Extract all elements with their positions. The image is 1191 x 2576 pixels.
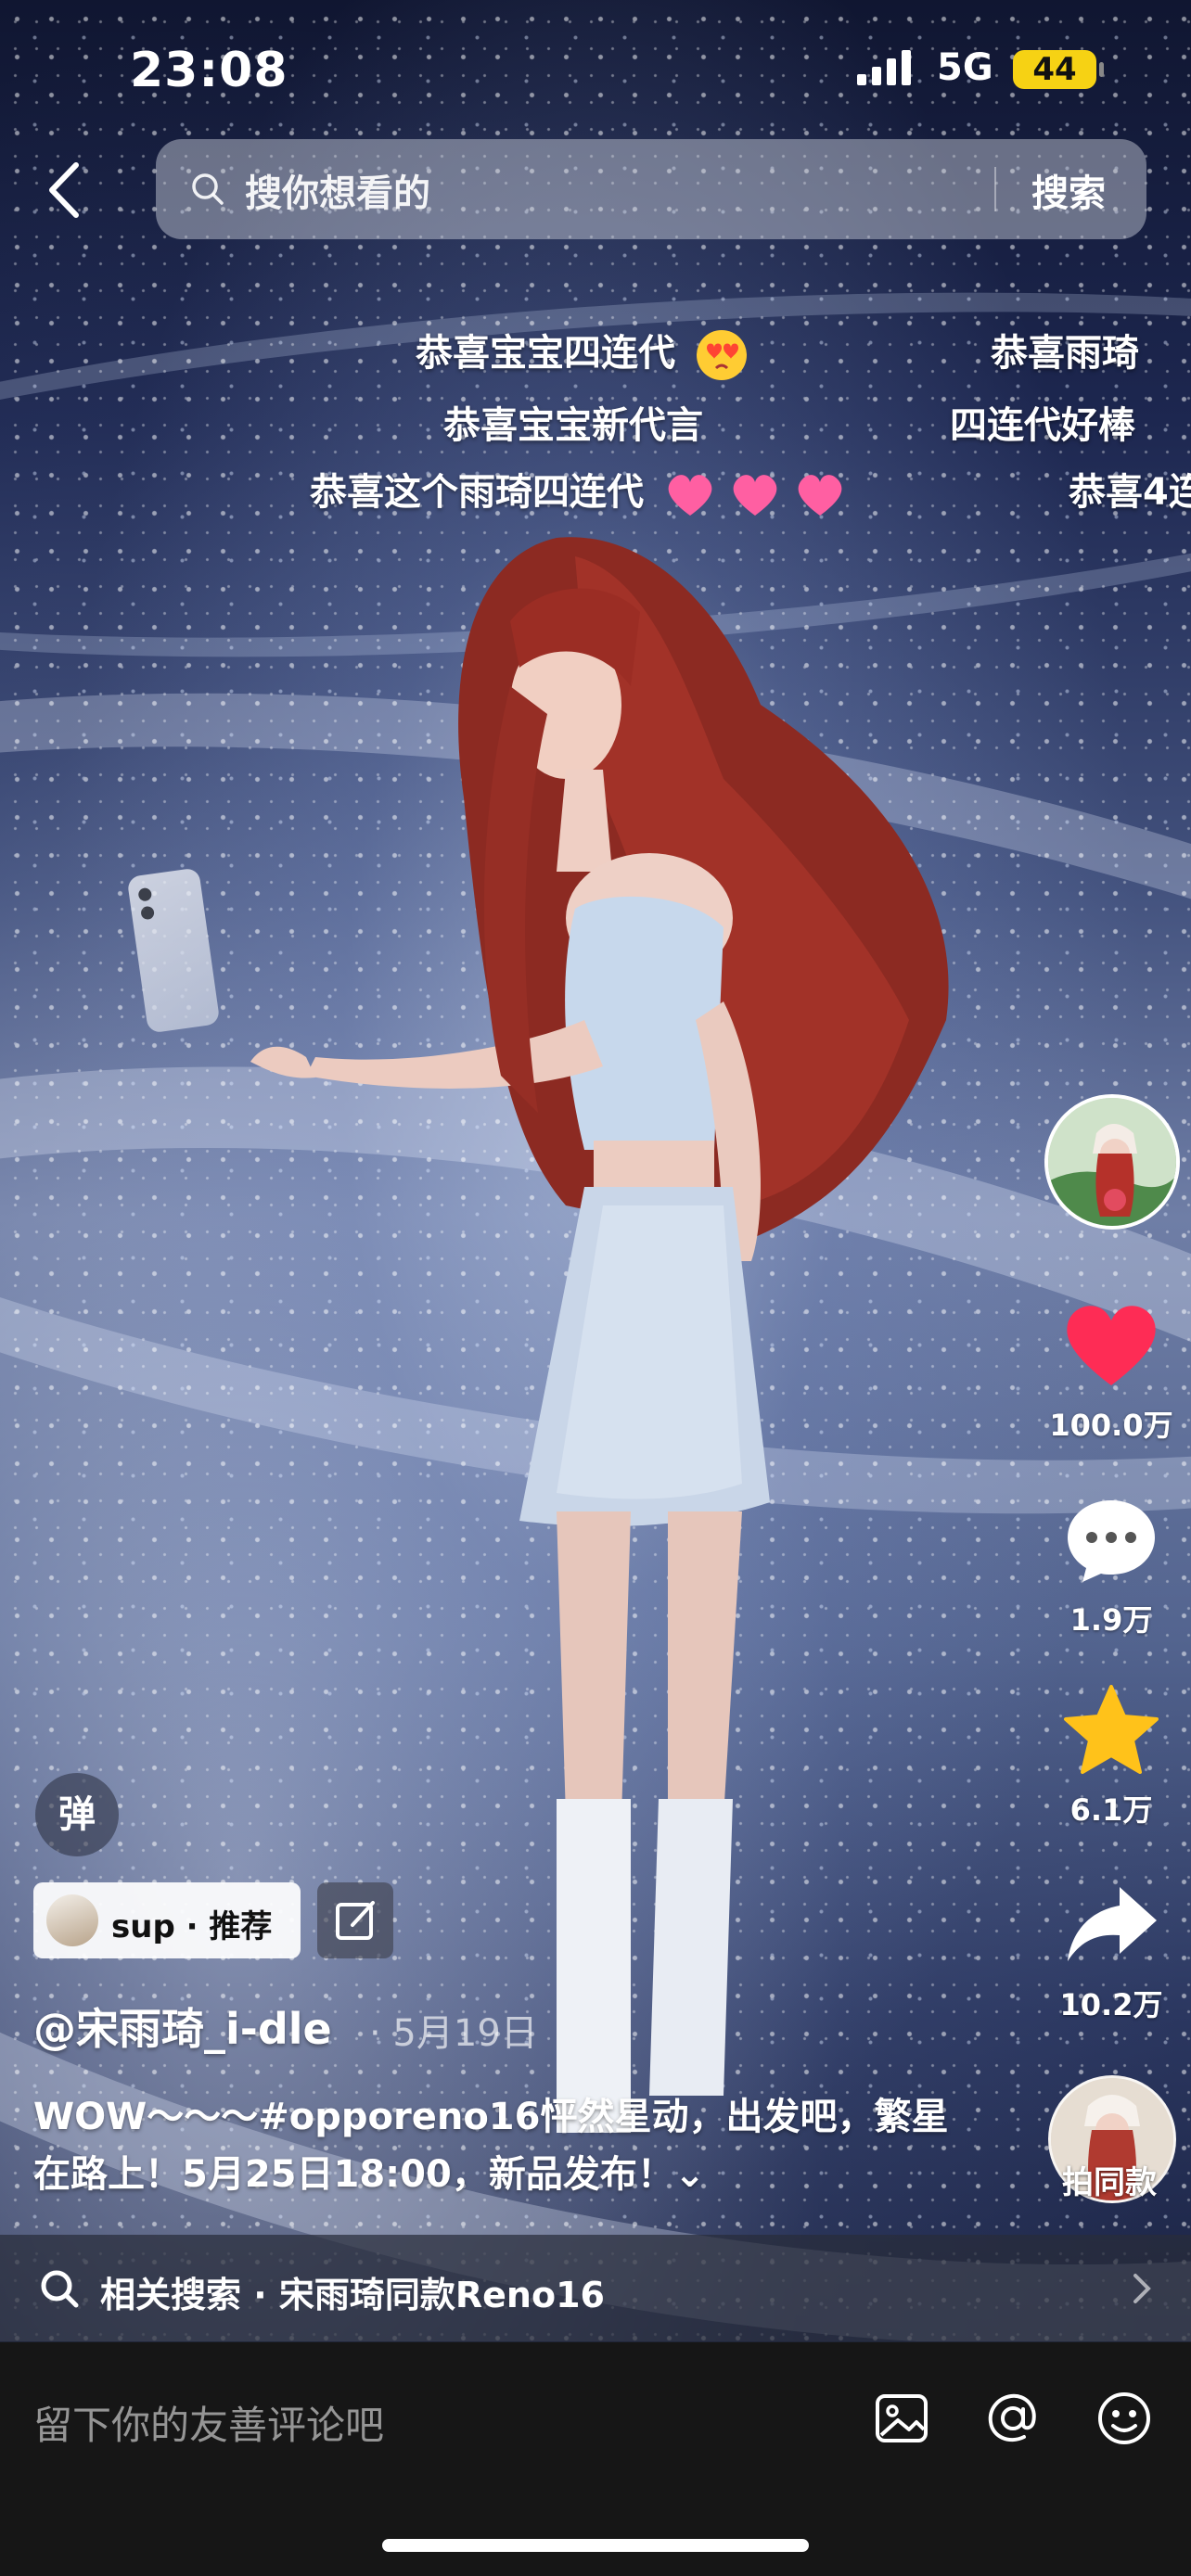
edit-recommend-button[interactable] xyxy=(317,1882,393,1958)
status-time: 23:08 xyxy=(130,43,288,98)
search-button[interactable]: 搜索 xyxy=(1031,163,1106,217)
danmaku-item: 恭喜宝宝新代言 xyxy=(443,395,703,449)
share-button[interactable]: 10.2万 xyxy=(1046,1878,1176,2024)
danmaku-item: 恭喜宝宝四连代 xyxy=(416,323,749,383)
like-button[interactable]: 100.0万 xyxy=(1046,1298,1176,1445)
danmaku-item: 恭喜这个雨琦四连代 xyxy=(310,462,848,521)
star-icon xyxy=(1064,1685,1159,1774)
hashtag-link[interactable]: #opporeno16 xyxy=(258,2096,540,2138)
signal-icon xyxy=(857,50,911,85)
danmaku-text: 四连代好棒 xyxy=(950,404,1135,447)
danmaku-item: 恭喜4连 xyxy=(1069,462,1191,516)
danmaku-text: 恭喜4连 xyxy=(1069,471,1191,514)
chevron-right-icon xyxy=(1133,2274,1151,2303)
post-caption[interactable]: WOW～～～#opporeno16怦然星动，出发吧，繁星在路上！5月25日18:… xyxy=(33,2088,961,2203)
recommend-chip[interactable]: sup · 推荐 xyxy=(33,1882,301,1958)
search-bar[interactable]: 搜你想看的 搜索 xyxy=(156,139,1146,239)
battery-icon: 44 xyxy=(1013,50,1104,89)
heart-eyes-emoji-icon xyxy=(696,330,747,380)
related-search-text: 相关搜索 · 宋雨琦同款Reno16 xyxy=(100,2275,605,2315)
image-icon[interactable] xyxy=(872,2389,931,2448)
recommend-text: sup · 推荐 xyxy=(111,1908,273,1945)
avatar-image-icon xyxy=(1048,1098,1176,1226)
pink-heart-icon xyxy=(668,475,842,516)
danmaku-toggle-button[interactable]: 弹 xyxy=(35,1773,119,1856)
like-count: 100.0万 xyxy=(1049,1408,1173,1443)
status-bar: 23:08 5G 44 xyxy=(0,35,1191,109)
comment-input[interactable]: 留下你的友善评论吧 xyxy=(33,2394,384,2451)
search-input[interactable]: 搜你想看的 xyxy=(245,163,430,217)
comment-count: 1.9万 xyxy=(1069,1602,1153,1638)
edit-icon xyxy=(336,1901,375,1940)
post-date: · 5月19日 xyxy=(369,2012,538,2055)
danmaku-text: 恭喜这个雨琦四连代 xyxy=(310,471,644,514)
comment-button[interactable]: 1.9万 xyxy=(1046,1493,1176,1639)
network-type: 5G xyxy=(937,46,993,89)
home-indicator[interactable] xyxy=(382,2539,809,2552)
caption-prefix: WOW～～～ xyxy=(33,2096,259,2138)
heart-icon xyxy=(1067,1306,1156,1385)
emoji-icon[interactable] xyxy=(1095,2389,1154,2448)
search-icon xyxy=(41,2270,79,2308)
share-arrow-icon xyxy=(1068,1887,1157,1961)
share-count: 10.2万 xyxy=(1059,1987,1163,2022)
search-divider xyxy=(994,167,996,211)
related-search-bar[interactable]: 相关搜索 · 宋雨琦同款Reno16 xyxy=(0,2235,1191,2342)
danmaku-text: 恭喜雨琦 xyxy=(991,332,1139,375)
danmaku-item: 四连代好棒 xyxy=(950,395,1135,449)
danmaku-item: 恭喜雨琦 xyxy=(991,323,1139,376)
author-name[interactable]: @宋雨琦_i-dle xyxy=(33,1996,332,2057)
recommender-avatar xyxy=(46,1894,98,1946)
comment-bubble-icon xyxy=(1068,1500,1155,1582)
favorite-count: 6.1万 xyxy=(1069,1792,1153,1828)
author-avatar[interactable] xyxy=(1044,1094,1180,1230)
search-icon xyxy=(192,173,224,205)
back-arrow-icon[interactable] xyxy=(37,158,93,223)
favorite-button[interactable]: 6.1万 xyxy=(1046,1683,1176,1830)
danmaku-text: 恭喜宝宝四连代 xyxy=(416,332,675,375)
comment-bar: 留下你的友善评论吧 xyxy=(0,2342,1191,2576)
battery-level: 44 xyxy=(1032,51,1077,88)
same-style-button[interactable]: 拍同款 xyxy=(1037,2157,1182,2202)
mention-icon[interactable] xyxy=(983,2389,1043,2448)
danmaku-text: 恭喜宝宝新代言 xyxy=(443,404,703,447)
